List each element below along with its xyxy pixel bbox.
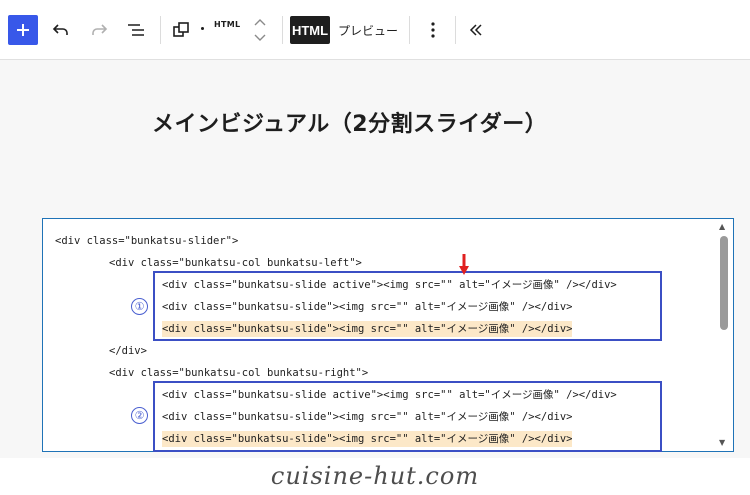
code-line: <div class="bunkatsu-col bunkatsu-right"…: [109, 367, 369, 379]
undo-icon: [52, 24, 68, 35]
block-type-label: HTML: [214, 20, 241, 29]
scroll-down-arrow[interactable]: ▼: [719, 438, 725, 447]
collapse-toolbar-button[interactable]: [461, 15, 491, 45]
drag-handle-dot[interactable]: [201, 27, 204, 30]
html-tab-button[interactable]: HTML: [290, 16, 330, 44]
redo-icon: [92, 24, 108, 35]
code-line: </div>: [109, 345, 147, 357]
list-view-icon: [128, 24, 144, 36]
arrow-down-icon: [459, 254, 469, 275]
collapse-icon: [469, 24, 482, 36]
preview-tab-button[interactable]: プレビュー: [336, 16, 400, 44]
code-line: <div class="bunkatsu-slider">: [55, 235, 239, 247]
add-block-button[interactable]: [8, 15, 38, 45]
page-title[interactable]: メインビジュアル（2分割スライダー）: [152, 106, 547, 138]
move-up-down-button[interactable]: [250, 14, 270, 46]
marker-1: ①: [131, 298, 148, 315]
plus-icon: [17, 24, 29, 36]
left-slides-annotation-box: [153, 271, 662, 341]
more-options-button[interactable]: [418, 15, 448, 45]
code-line: <div class="bunkatsu-col bunkatsu-left">: [109, 257, 362, 269]
block-transform-button[interactable]: [166, 15, 196, 45]
watermark: cuisine-hut.com: [270, 462, 480, 490]
more-options-icon: [431, 22, 435, 38]
right-slides-annotation-box: [153, 381, 662, 452]
marker-2: ②: [131, 407, 148, 424]
editor-toolbar: HTML HTML プレビュー: [0, 0, 750, 60]
scroll-up-arrow[interactable]: ▲: [719, 222, 725, 231]
list-view-button[interactable]: [121, 15, 151, 45]
move-up-down-icon: [254, 19, 266, 41]
redo-button[interactable]: [84, 15, 114, 45]
canvas-top: [0, 60, 750, 218]
scrollbar-thumb[interactable]: [720, 236, 728, 330]
block-transform-icon: [173, 22, 189, 37]
undo-button[interactable]: [46, 15, 76, 45]
